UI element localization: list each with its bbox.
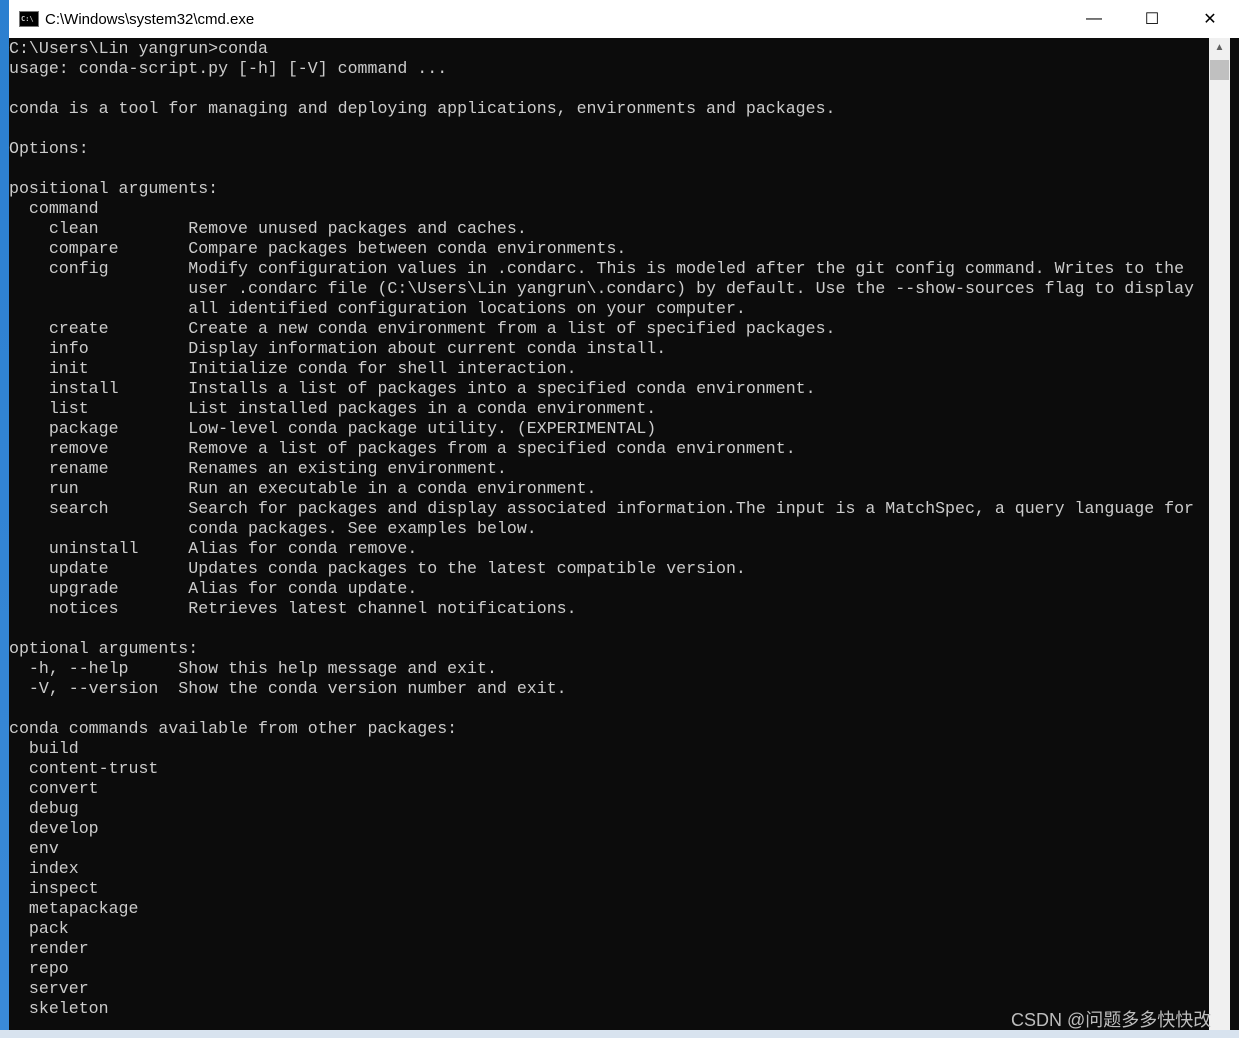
console-line: all identified configuration locations o…: [9, 299, 746, 318]
scrollbar-thumb[interactable]: [1210, 60, 1229, 80]
console-line: config Modify configuration values in .c…: [9, 259, 1185, 278]
console-line: positional arguments:: [9, 179, 219, 198]
console-line: conda packages. See examples below.: [9, 519, 537, 538]
console-line: uninstall Alias for conda remove.: [9, 539, 418, 558]
console-line: debug: [9, 799, 79, 818]
console-line: optional arguments:: [9, 639, 199, 658]
console-line: repo: [9, 959, 69, 978]
console-line: content-trust: [9, 759, 159, 778]
console-line: compare Compare packages between conda e…: [9, 239, 627, 258]
console-line: inspect: [9, 879, 99, 898]
console-line: develop: [9, 819, 99, 838]
console-line: build: [9, 739, 79, 758]
console-line: user .condarc file (C:\Users\Lin yangrun…: [9, 279, 1194, 298]
console-line: rename Renames an existing environment.: [9, 459, 507, 478]
console-line: command: [9, 199, 99, 218]
console-line: search Search for packages and display a…: [9, 499, 1194, 518]
console-line: notices Retrieves latest channel notific…: [9, 599, 577, 618]
cmd-window: C:\ C:\Windows\system32\cmd.exe — ☐ ✕ C:…: [9, 0, 1239, 1030]
console-line: conda is a tool for managing and deployi…: [9, 99, 836, 118]
maximize-button[interactable]: ☐: [1123, 0, 1181, 38]
console-line: install Installs a list of packages into…: [9, 379, 816, 398]
console-line: remove Remove a list of packages from a …: [9, 439, 796, 458]
console-line: -h, --help Show this help message and ex…: [9, 659, 497, 678]
console-line: create Create a new conda environment fr…: [9, 319, 836, 338]
console-line: package Low-level conda package utility.…: [9, 419, 657, 438]
console-line: conda commands available from other pack…: [9, 719, 458, 738]
console-line: usage: conda-script.py [-h] [-V] command…: [9, 59, 448, 78]
watermark: CSDN @问题多多快快改: [1011, 1010, 1212, 1030]
console-line: init Initialize conda for shell interact…: [9, 359, 577, 378]
window-title: C:\Windows\system32\cmd.exe: [45, 10, 255, 28]
console-line: update Updates conda packages to the lat…: [9, 559, 746, 578]
console-line: pack: [9, 919, 69, 938]
minimize-button[interactable]: —: [1065, 0, 1123, 38]
console-line: render: [9, 939, 89, 958]
cmd-app-icon: C:\: [19, 11, 39, 27]
console-line: -V, --version Show the conda version num…: [9, 679, 567, 698]
console-line: list List installed packages in a conda …: [9, 399, 657, 418]
console-line: metapackage: [9, 899, 139, 918]
close-button[interactable]: ✕: [1181, 0, 1239, 38]
console-line: convert: [9, 779, 99, 798]
desktop-background: [0, 0, 9, 1038]
title-bar[interactable]: C:\ C:\Windows\system32\cmd.exe — ☐ ✕: [9, 0, 1239, 38]
console-line: C:\Users\Lin yangrun>conda: [9, 39, 268, 58]
console-line: index: [9, 859, 79, 878]
console-line: clean Remove unused packages and caches.: [9, 219, 527, 238]
console-line: server: [9, 979, 89, 998]
console-output[interactable]: C:\Users\Lin yangrun>conda usage: conda-s…: [9, 39, 1209, 1030]
console-line: run Run an executable in a conda environ…: [9, 479, 597, 498]
console-line: info Display information about current c…: [9, 339, 667, 358]
vertical-scrollbar[interactable]: ▲: [1209, 38, 1230, 1030]
console-line: env: [9, 839, 59, 858]
console-line: upgrade Alias for conda update.: [9, 579, 418, 598]
console-line: Options:: [9, 139, 89, 158]
scroll-up-arrow-icon[interactable]: ▲: [1209, 38, 1230, 58]
